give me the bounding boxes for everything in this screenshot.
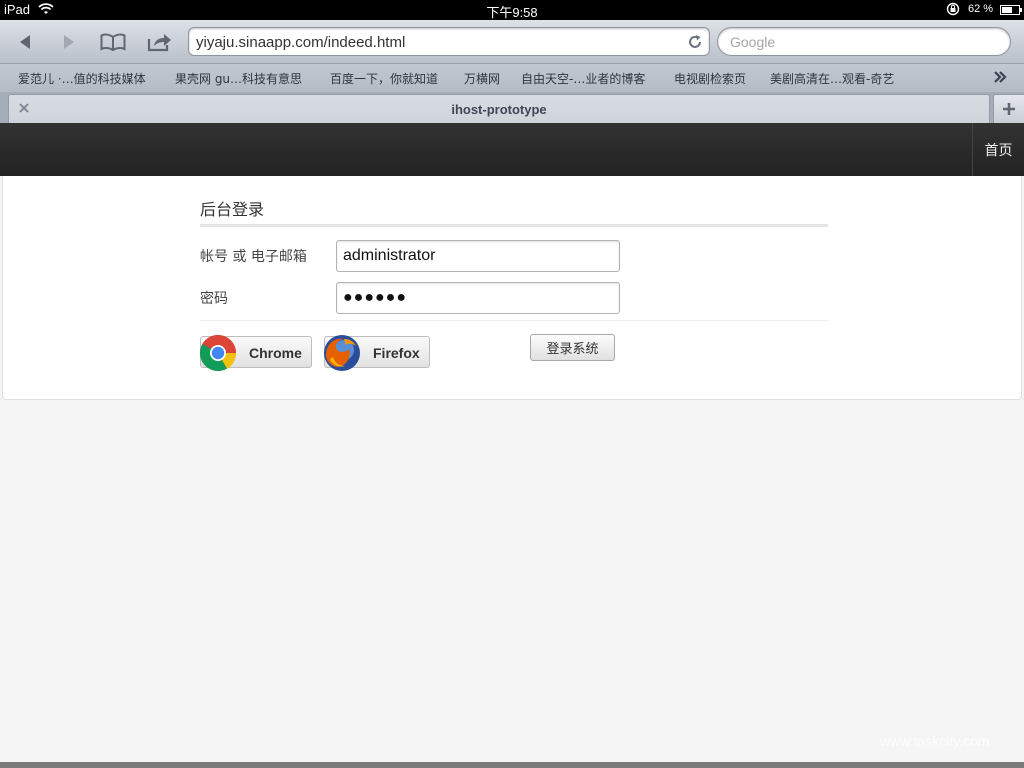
forward-icon — [64, 35, 74, 49]
back-button[interactable] — [10, 28, 40, 56]
new-tab-button[interactable] — [993, 94, 1024, 123]
firefox-label: Firefox — [373, 345, 420, 361]
web-page: 首页 后台登录 帐号 或 电子邮箱 密码 Chrome — [0, 123, 1024, 762]
login-panel: 后台登录 帐号 或 电子邮箱 密码 Chrome — [2, 176, 1022, 400]
tab-bar: ihost-prototype — [0, 92, 1024, 123]
bookmark-item[interactable]: 万横网 — [464, 70, 500, 87]
status-bar: iPad 下午9:58 62 % — [0, 0, 1024, 20]
forward-button[interactable] — [54, 28, 84, 56]
login-legend: 后台登录 — [200, 200, 265, 219]
tab-title: ihost-prototype — [451, 102, 547, 117]
chrome-label: Chrome — [249, 345, 302, 361]
bookmark-item[interactable]: 美剧高清在…观看-奇艺 — [770, 70, 894, 87]
bottom-edge — [0, 762, 1024, 768]
back-icon — [20, 35, 30, 49]
bookmark-item[interactable]: 百度一下，你就知道 — [330, 70, 438, 87]
bookmark-item[interactable]: 果壳网 gu…科技有意思 — [175, 70, 302, 87]
battery-icon — [1000, 5, 1022, 15]
bookmarks-icon — [100, 33, 126, 51]
login-submit-button[interactable]: 登录系统 — [530, 334, 615, 361]
account-input[interactable] — [343, 246, 613, 266]
more-bookmarks-icon[interactable] — [992, 69, 1008, 85]
address-bar[interactable] — [188, 27, 710, 56]
bookmarks-button[interactable] — [98, 28, 128, 56]
chrome-button[interactable]: Chrome — [199, 335, 312, 372]
account-label: 帐号 或 电子邮箱 — [200, 249, 307, 265]
search-bar[interactable] — [717, 27, 1011, 56]
bookmark-item[interactable]: 自由天空-…业者的博客 — [521, 70, 645, 87]
search-input[interactable] — [730, 32, 1000, 52]
tab-ihost-prototype[interactable]: ihost-prototype — [8, 94, 990, 123]
share-icon — [147, 34, 171, 52]
orientation-lock-icon — [946, 2, 960, 16]
battery-fill — [1002, 7, 1012, 13]
site-navbar: 首页 — [0, 123, 1024, 176]
share-button[interactable] — [145, 28, 175, 56]
chrome-icon — [199, 335, 236, 372]
form-divider — [200, 320, 828, 321]
bookmarks-bar: 爱范儿 ·…值的科技媒体 果壳网 gu…科技有意思 百度一下，你就知道 万横网 … — [0, 64, 1024, 92]
browser-toolbar — [0, 20, 1024, 64]
password-label: 密码 — [200, 291, 228, 307]
battery-tip — [1020, 8, 1022, 12]
plus-icon — [1003, 103, 1015, 115]
reload-icon[interactable] — [687, 34, 703, 50]
bookmark-item[interactable]: 电视剧检索页 — [674, 70, 746, 87]
clock: 下午9:58 — [486, 5, 538, 20]
firefox-button[interactable]: Firefox — [324, 335, 430, 371]
url-input[interactable] — [196, 32, 676, 52]
password-input[interactable] — [343, 288, 613, 308]
account-field[interactable] — [336, 240, 620, 272]
password-field[interactable] — [336, 282, 620, 314]
nav-home-link[interactable]: 首页 — [972, 123, 1024, 176]
bookmark-item[interactable]: 爱范儿 ·…值的科技媒体 — [18, 70, 146, 87]
legend-divider — [200, 224, 828, 227]
watermark: www.taskcity.com — [880, 733, 990, 749]
battery-percent: 62 % — [968, 3, 994, 15]
firefox-icon — [324, 335, 360, 371]
